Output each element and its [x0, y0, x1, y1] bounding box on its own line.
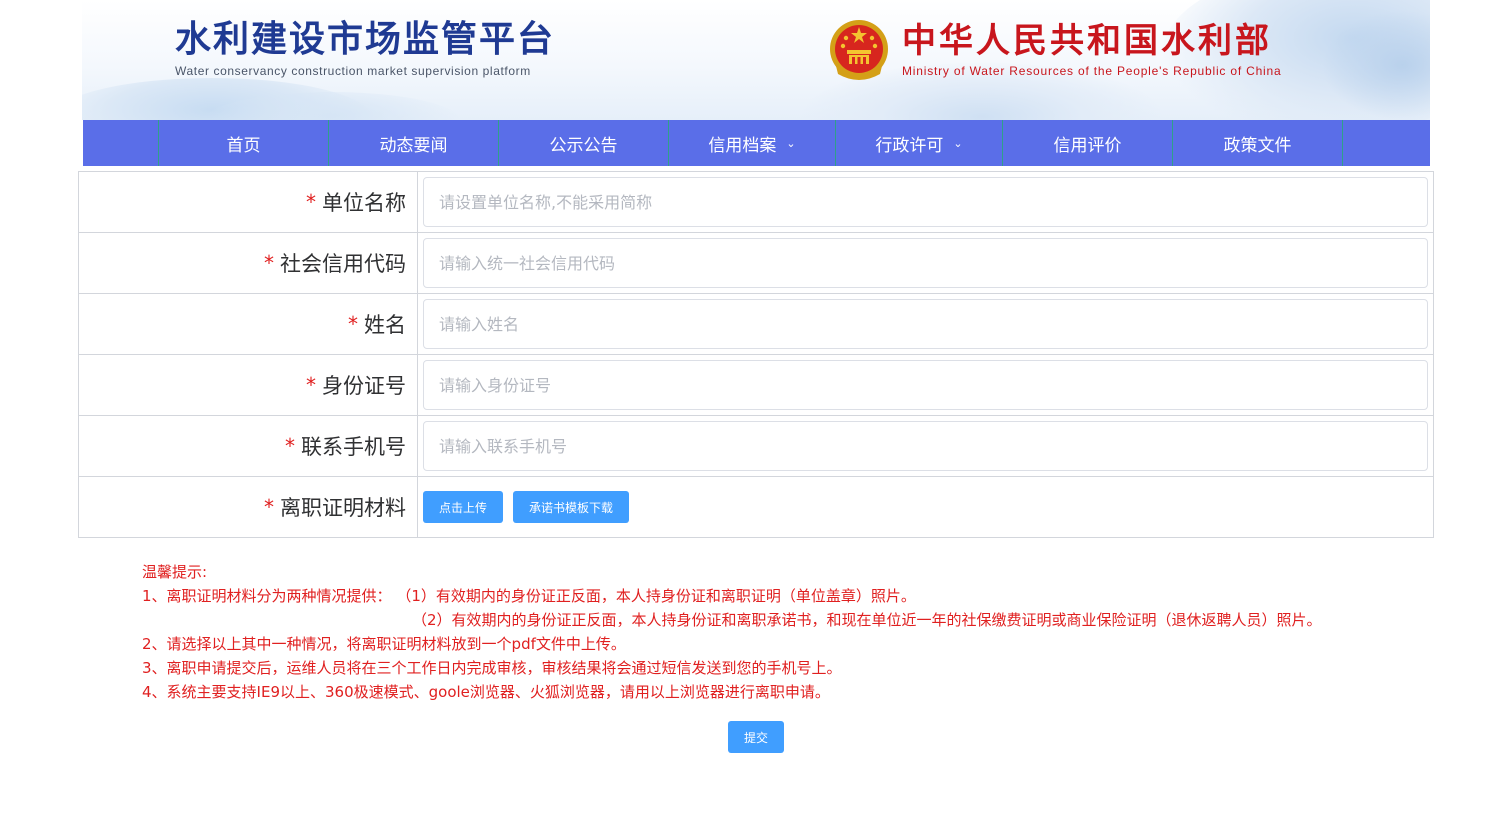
chevron-down-icon: ⌄: [953, 136, 963, 150]
nav-item-credit-evaluation[interactable]: 信用评价: [1003, 120, 1173, 166]
credit-code-input[interactable]: [423, 238, 1428, 288]
main-nav: 首页 动态要闻 公示公告 信用档案 ⌄ 行政许可 ⌄ 信用评价 政策文件: [83, 120, 1430, 166]
field-label: * 姓名: [79, 294, 418, 354]
field-label: * 离职证明材料: [79, 477, 418, 537]
tips-panel: 温馨提示: 1、离职证明材料分为两种情况提供： （1）有效期内的身份证正反面，本…: [142, 560, 1322, 704]
site-header: 水利建设市场监管平台 Water conservancy constructio…: [82, 0, 1430, 120]
tip-line: 1、离职证明材料分为两种情况提供： （1）有效期内的身份证正反面，本人持身份证和…: [142, 587, 916, 605]
chevron-down-icon: ⌄: [786, 136, 796, 150]
form-row-company-name: * 单位名称: [79, 172, 1433, 233]
ministry-logo: 中华人民共和国水利部 Ministry of Water Resources o…: [828, 18, 1281, 84]
tip-line: （2）有效期内的身份证正反面，本人持身份证和离职承诺书，和现在单位近一年的社保缴…: [412, 611, 1322, 629]
nav-item-label: 政策文件: [1223, 135, 1292, 156]
nav-item-news[interactable]: 动态要闻: [329, 120, 499, 166]
nav-item-admin-license[interactable]: 行政许可 ⌄: [836, 120, 1003, 166]
name-input[interactable]: [423, 299, 1428, 349]
resignation-form: * 单位名称 * 社会信用代码 * 姓名 * 身份证号: [78, 171, 1434, 538]
nav-item-label: 信用档案: [708, 135, 777, 156]
nav-item-label: 公示公告: [549, 135, 618, 156]
required-mark: *: [264, 495, 274, 519]
id-number-input[interactable]: [423, 360, 1428, 410]
tip-line: 4、系统主要支持IE9以上、360极速模式、goole浏览器、火狐浏览器，请用以…: [142, 683, 830, 701]
required-mark: *: [264, 251, 274, 275]
field-label: * 身份证号: [79, 355, 418, 415]
nav-item-policy-docs[interactable]: 政策文件: [1173, 120, 1343, 166]
form-row-name: * 姓名: [79, 294, 1433, 355]
company-name-input[interactable]: [423, 177, 1428, 227]
phone-input[interactable]: [423, 421, 1428, 471]
nav-item-home[interactable]: 首页: [159, 120, 329, 166]
ministry-subtitle: Ministry of Water Resources of the Peopl…: [902, 64, 1282, 78]
nav-item-label: 行政许可: [875, 135, 944, 156]
submit-button[interactable]: 提交: [728, 721, 784, 753]
required-mark: *: [306, 373, 316, 397]
platform-subtitle: Water conservancy construction market su…: [175, 64, 531, 78]
tip-line: 2、请选择以上其中一种情况，将离职证明材料放到一个pdf文件中上传。: [142, 635, 626, 653]
field-label: * 联系手机号: [79, 416, 418, 476]
required-mark: *: [348, 312, 358, 336]
tips-title: 温馨提示:: [142, 563, 208, 581]
nav-list: 首页 动态要闻 公示公告 信用档案 ⌄ 行政许可 ⌄ 信用评价 政策文件: [158, 120, 1343, 166]
template-download-button[interactable]: 承诺书模板下载: [513, 491, 630, 523]
form-row-id-number: * 身份证号: [79, 355, 1433, 416]
nav-item-label: 动态要闻: [379, 135, 448, 156]
field-label: * 单位名称: [79, 172, 418, 232]
upload-button[interactable]: 点击上传: [423, 491, 504, 523]
form-row-phone: * 联系手机号: [79, 416, 1433, 477]
nav-item-label: 首页: [226, 135, 261, 156]
ministry-title: 中华人民共和国水利部: [902, 21, 1272, 61]
nav-item-credit-files[interactable]: 信用档案 ⌄: [669, 120, 836, 166]
required-mark: *: [306, 190, 316, 214]
field-label: * 社会信用代码: [79, 233, 418, 293]
form-row-credit-code: * 社会信用代码: [79, 233, 1433, 294]
national-emblem-icon: [830, 20, 888, 80]
required-mark: *: [285, 434, 295, 458]
platform-logo[interactable]: 水利建设市场监管平台 Water conservancy constructio…: [175, 18, 555, 78]
tip-line: 3、离职申请提交后，运维人员将在三个工作日内完成审核，审核结果将会通过短信发送到…: [142, 659, 842, 677]
nav-item-announcements[interactable]: 公示公告: [499, 120, 669, 166]
nav-item-label: 信用评价: [1053, 135, 1122, 156]
form-row-resignation-proof: * 离职证明材料 点击上传 承诺书模板下载: [79, 477, 1433, 537]
platform-title: 水利建设市场监管平台: [175, 19, 556, 60]
